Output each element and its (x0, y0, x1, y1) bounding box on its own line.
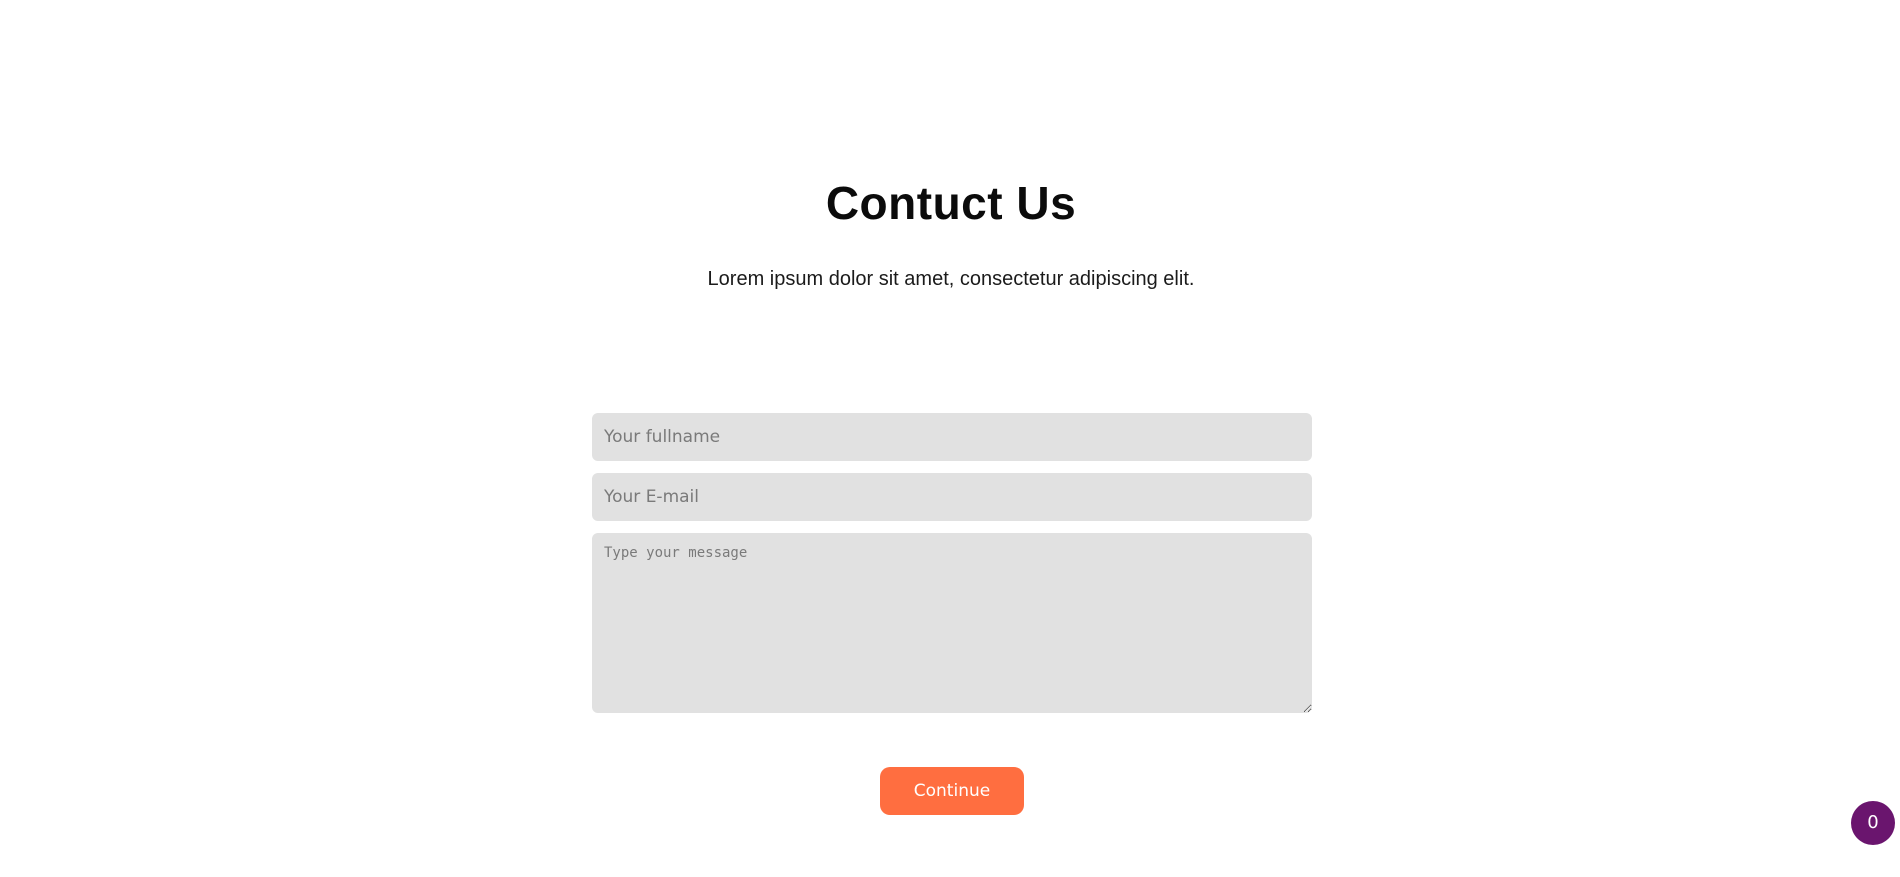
message-textarea[interactable] (592, 533, 1312, 713)
counter-badge[interactable]: 0 (1851, 801, 1895, 845)
page-subtitle: Lorem ipsum dolor sit amet, consectetur … (707, 268, 1195, 290)
email-input[interactable] (592, 473, 1312, 521)
page-title: Contuct Us (825, 177, 1077, 229)
continue-button[interactable]: Continue (880, 767, 1024, 815)
fullname-input[interactable] (592, 413, 1312, 461)
contact-page: Contuct Us Lorem ipsum dolor sit amet, c… (0, 0, 1900, 877)
